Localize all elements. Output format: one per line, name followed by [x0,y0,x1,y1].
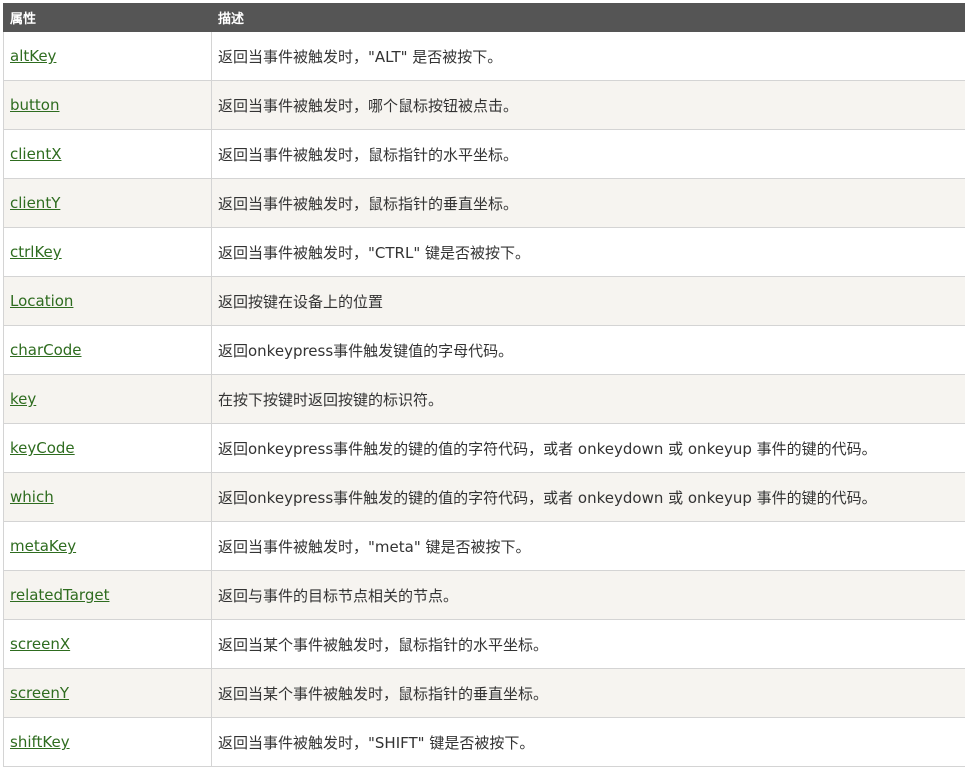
table-row: charCode 返回onkeypress事件触发键值的字母代码。 [3,325,965,375]
property-cell: keyCode [3,423,212,473]
description-cell: 在按下按键时返回按键的标识符。 [211,374,965,424]
description-cell: 返回当某个事件被触发时，鼠标指针的水平坐标。 [211,619,965,669]
property-cell: clientY [3,178,212,228]
property-link[interactable]: shiftKey [10,733,70,751]
property-link[interactable]: keyCode [10,439,75,457]
property-link[interactable]: Location [10,292,73,310]
description-cell: 返回与事件的目标节点相关的节点。 [211,570,965,620]
event-properties-table: 属性 描述 altKey 返回当事件被触发时，"ALT" 是否被按下。 butt… [3,3,965,767]
description-cell: 返回当事件被触发时，鼠标指针的垂直坐标。 [211,178,965,228]
property-cell: which [3,472,212,522]
table-row: ctrlKey 返回当事件被触发时，"CTRL" 键是否被按下。 [3,227,965,277]
property-link[interactable]: which [10,488,54,506]
description-cell: 返回当事件被触发时，哪个鼠标按钮被点击。 [211,80,965,130]
table-row: relatedTarget 返回与事件的目标节点相关的节点。 [3,570,965,620]
property-cell: metaKey [3,521,212,571]
description-cell: 返回当事件被触发时，鼠标指针的水平坐标。 [211,129,965,179]
description-cell: 返回当某个事件被触发时，鼠标指针的垂直坐标。 [211,668,965,718]
description-cell: 返回当事件被触发时，"CTRL" 键是否被按下。 [211,227,965,277]
property-cell: altKey [3,31,212,81]
description-cell: 返回onkeypress事件触发的键的值的字符代码，或者 onkeydown 或… [211,423,965,473]
property-cell: button [3,80,212,130]
table-row: key 在按下按键时返回按键的标识符。 [3,374,965,424]
table-row: metaKey 返回当事件被触发时，"meta" 键是否被按下。 [3,521,965,571]
property-cell: relatedTarget [3,570,212,620]
property-link[interactable]: screenX [10,635,70,653]
property-link[interactable]: metaKey [10,537,76,555]
description-cell: 返回按键在设备上的位置 [211,276,965,326]
property-cell: Location [3,276,212,326]
description-cell: 返回当事件被触发时，"SHIFT" 键是否被按下。 [211,717,965,767]
header-property: 属性 [3,3,212,32]
property-cell: charCode [3,325,212,375]
property-link[interactable]: ctrlKey [10,243,62,261]
property-link[interactable]: button [10,96,59,114]
description-cell: 返回当事件被触发时，"meta" 键是否被按下。 [211,521,965,571]
table-row: keyCode 返回onkeypress事件触发的键的值的字符代码，或者 onk… [3,423,965,473]
table-header-row: 属性 描述 [3,3,965,32]
property-link[interactable]: screenY [10,684,69,702]
table-row: clientY 返回当事件被触发时，鼠标指针的垂直坐标。 [3,178,965,228]
property-cell: shiftKey [3,717,212,767]
description-cell: 返回当事件被触发时，"ALT" 是否被按下。 [211,31,965,81]
property-cell: screenX [3,619,212,669]
property-cell: clientX [3,129,212,179]
property-link[interactable]: clientY [10,194,60,212]
table-row: screenY 返回当某个事件被触发时，鼠标指针的垂直坐标。 [3,668,965,718]
header-description: 描述 [211,3,965,32]
table-row: which 返回onkeypress事件触发的键的值的字符代码，或者 onkey… [3,472,965,522]
property-link[interactable]: charCode [10,341,82,359]
property-cell: ctrlKey [3,227,212,277]
property-link[interactable]: altKey [10,47,56,65]
table-row: shiftKey 返回当事件被触发时，"SHIFT" 键是否被按下。 [3,717,965,767]
description-cell: 返回onkeypress事件触发的键的值的字符代码，或者 onkeydown 或… [211,472,965,522]
property-cell: key [3,374,212,424]
table-row: clientX 返回当事件被触发时，鼠标指针的水平坐标。 [3,129,965,179]
table-row: button 返回当事件被触发时，哪个鼠标按钮被点击。 [3,80,965,130]
property-link[interactable]: clientX [10,145,61,163]
property-cell: screenY [3,668,212,718]
property-link[interactable]: key [10,390,36,408]
description-cell: 返回onkeypress事件触发键值的字母代码。 [211,325,965,375]
table-row: screenX 返回当某个事件被触发时，鼠标指针的水平坐标。 [3,619,965,669]
page: 属性 描述 altKey 返回当事件被触发时，"ALT" 是否被按下。 butt… [0,0,965,769]
table-row: altKey 返回当事件被触发时，"ALT" 是否被按下。 [3,31,965,81]
property-link[interactable]: relatedTarget [10,586,109,604]
table-row: Location 返回按键在设备上的位置 [3,276,965,326]
